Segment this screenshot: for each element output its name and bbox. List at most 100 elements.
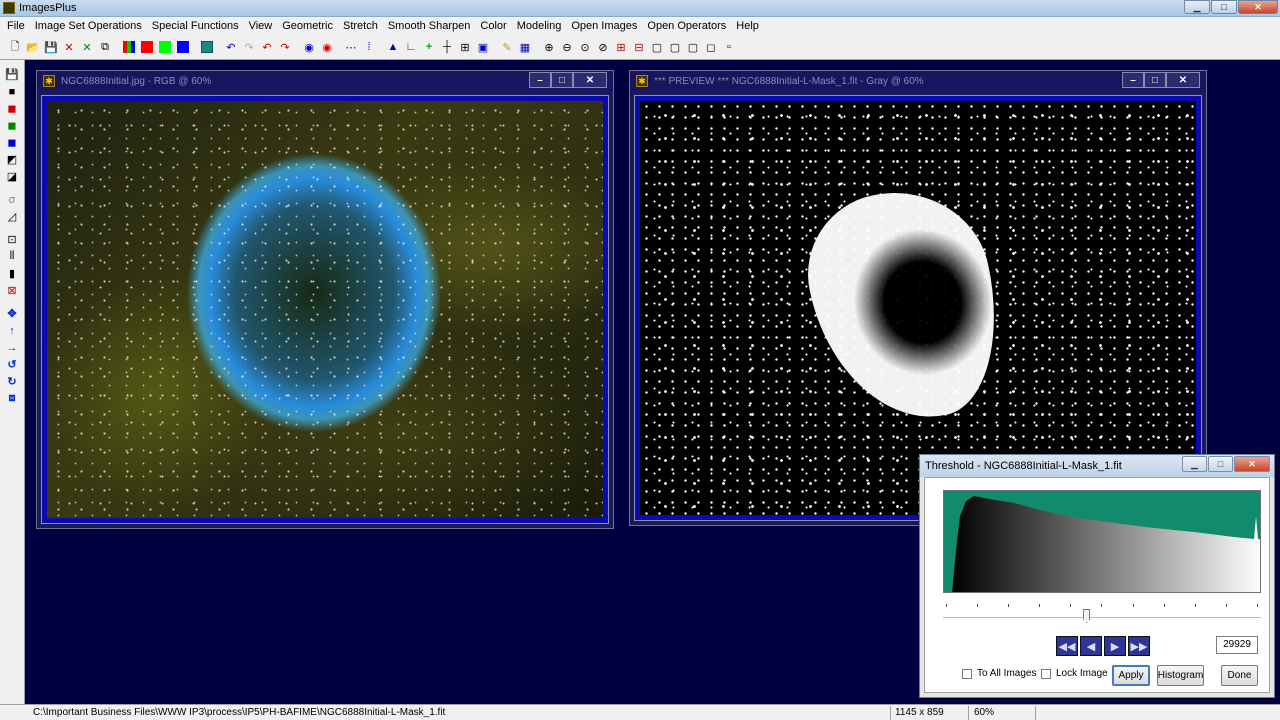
circle-select-red-icon[interactable]: ◉ — [318, 38, 336, 56]
flip-icon[interactable]: ⧈ — [3, 390, 21, 407]
blue-channel-icon[interactable] — [174, 38, 192, 56]
close-all-icon[interactable]: ✕ — [78, 38, 96, 56]
window-maximize-button[interactable]: □ — [1144, 72, 1166, 88]
window-minimize-button[interactable]: – — [1122, 72, 1144, 88]
lock-image-row[interactable]: Lock Image — [1041, 668, 1108, 679]
copy-icon[interactable]: ⧉ — [96, 38, 114, 56]
frame-5-icon[interactable]: ▫ — [720, 38, 738, 56]
menu-help[interactable]: Help — [731, 20, 764, 32]
rotate-right-icon[interactable]: ↻ — [3, 373, 21, 390]
menu-stretch[interactable]: Stretch — [338, 20, 383, 32]
save-small-icon[interactable]: 💾 — [3, 66, 21, 83]
fast-forward-button[interactable]: ▶▶ — [1128, 636, 1150, 656]
move-icon[interactable]: ✥ — [3, 305, 21, 322]
dots-icon[interactable]: ⋯ — [342, 38, 360, 56]
close-image-icon[interactable]: ✕ — [60, 38, 78, 56]
palette-icon[interactable]: σ — [3, 191, 21, 208]
zoom-reset-icon[interactable]: ⊘ — [594, 38, 612, 56]
rotate-left-icon[interactable]: ↺ — [3, 356, 21, 373]
green-black-icon[interactable]: ◼ — [3, 117, 21, 134]
green-channel-icon[interactable] — [156, 38, 174, 56]
window-close-button[interactable]: ✕ — [1166, 72, 1200, 88]
histogram-button[interactable]: Histogram — [1157, 665, 1204, 686]
window-close-button[interactable]: ✕ — [573, 72, 607, 88]
window-maximize-button[interactable]: □ — [551, 72, 573, 88]
rgb-channels-icon[interactable] — [120, 38, 138, 56]
dialog-minimize-button[interactable]: ▁ — [1182, 456, 1207, 472]
to-all-images-checkbox[interactable] — [962, 668, 972, 679]
minimize-button[interactable]: ▁ — [1184, 0, 1210, 14]
menu-special-functions[interactable]: Special Functions — [147, 20, 244, 32]
undo-icon[interactable]: ↶ — [222, 38, 240, 56]
redo-icon[interactable]: ↷ — [240, 38, 258, 56]
threshold-slider[interactable] — [943, 602, 1261, 630]
red-channel-icon[interactable] — [138, 38, 156, 56]
arrow-right-icon[interactable]: → — [3, 339, 21, 356]
points-icon[interactable]: ⁞ — [360, 38, 378, 56]
dialog-close-button[interactable]: ✕ — [1234, 456, 1270, 472]
levels-icon[interactable]: ⫴ — [3, 248, 21, 265]
dialog-maximize-button[interactable]: □ — [1208, 456, 1233, 472]
grid-icon[interactable] — [198, 38, 216, 56]
zoom-in-icon[interactable]: ⊕ — [540, 38, 558, 56]
menu-open-operators[interactable]: Open Operators — [642, 20, 731, 32]
threshold-value-field[interactable]: 29929 — [1216, 636, 1258, 654]
menu-modeling[interactable]: Modeling — [512, 20, 567, 32]
done-button[interactable]: Done — [1221, 665, 1258, 686]
circle-select-icon[interactable]: ◉ — [300, 38, 318, 56]
threshold-dialog-titlebar[interactable]: Threshold - NGC6888Initial-L-Mask_1.fit … — [920, 455, 1274, 477]
redo-red-icon[interactable]: ↷ — [276, 38, 294, 56]
image-window-preview-titlebar[interactable]: ✱ *** PREVIEW *** NGC6888Initial-L-Mask_… — [630, 71, 1206, 91]
to-all-images-row[interactable]: To All Images — [962, 668, 1036, 679]
frame-4-icon[interactable]: ◻ — [702, 38, 720, 56]
image-window-rgb-titlebar[interactable]: ✱ NGC6888Initial.jpg - RGB @ 60% – □ ✕ — [37, 71, 613, 91]
contrast-icon[interactable]: ◪ — [3, 168, 21, 185]
nebula-image[interactable] — [47, 101, 603, 518]
menu-view[interactable]: View — [244, 20, 278, 32]
fast-back-button[interactable]: ◀◀ — [1056, 636, 1078, 656]
close-button[interactable]: ✕ — [1238, 0, 1278, 14]
window-minimize-button[interactable]: – — [529, 72, 551, 88]
bar-icon[interactable]: ▮ — [3, 265, 21, 282]
menu-smooth-sharpen[interactable]: Smooth Sharpen — [383, 20, 476, 32]
menu-color[interactable]: Color — [475, 20, 511, 32]
apply-button[interactable]: Apply — [1112, 665, 1150, 686]
pencil-icon[interactable]: ✎ — [498, 38, 516, 56]
zoom-out-icon[interactable]: ⊖ — [558, 38, 576, 56]
open-folder-icon[interactable]: 📂 — [24, 38, 42, 56]
threshold-slider-thumb[interactable] — [1083, 609, 1091, 623]
step-forward-button[interactable]: ▶ — [1104, 636, 1126, 656]
mask-image[interactable] — [640, 101, 1196, 515]
axis-icon[interactable]: ∟ — [402, 38, 420, 56]
save-icon[interactable]: 💾 — [42, 38, 60, 56]
table-icon[interactable]: ▦ — [516, 38, 534, 56]
menu-geometric[interactable]: Geometric — [277, 20, 338, 32]
black-white-icon[interactable]: ◩ — [3, 151, 21, 168]
crosshair-icon[interactable]: ┼ — [438, 38, 456, 56]
triangle-icon[interactable]: ▲ — [384, 38, 402, 56]
diagonal-icon[interactable]: ◿ — [3, 208, 21, 225]
image-window-rgb[interactable]: ✱ NGC6888Initial.jpg - RGB @ 60% – □ ✕ — [36, 70, 614, 529]
add-red-icon[interactable]: ⊞ — [612, 38, 630, 56]
frame-3-icon[interactable]: ▢ — [684, 38, 702, 56]
blue-black-icon[interactable]: ◼ — [3, 134, 21, 151]
step-back-button[interactable]: ◀ — [1080, 636, 1102, 656]
image-icon[interactable]: ▣ — [474, 38, 492, 56]
menu-image-set-operations[interactable]: Image Set Operations — [30, 20, 147, 32]
undo-red-icon[interactable]: ↶ — [258, 38, 276, 56]
lock-image-checkbox[interactable] — [1041, 668, 1051, 679]
frame-1-icon[interactable]: ▢ — [648, 38, 666, 56]
frame-2-icon[interactable]: ▢ — [666, 38, 684, 56]
select-red-icon[interactable]: ⊠ — [3, 282, 21, 299]
maximize-button[interactable]: □ — [1211, 0, 1237, 14]
zoom-fit-icon[interactable]: ⊙ — [576, 38, 594, 56]
target-icon[interactable]: ⊡ — [3, 231, 21, 248]
new-file-icon[interactable]: 🗋 — [6, 38, 24, 56]
minus-red-icon[interactable]: ⊟ — [630, 38, 648, 56]
plus-green-icon[interactable]: + — [420, 38, 438, 56]
menu-file[interactable]: File — [2, 20, 30, 32]
menu-open-images[interactable]: Open Images — [566, 20, 642, 32]
arrow-up-icon[interactable]: ↑ — [3, 322, 21, 339]
red-black-icon[interactable]: ◼ — [3, 100, 21, 117]
black-square-icon[interactable]: ■ — [3, 83, 21, 100]
